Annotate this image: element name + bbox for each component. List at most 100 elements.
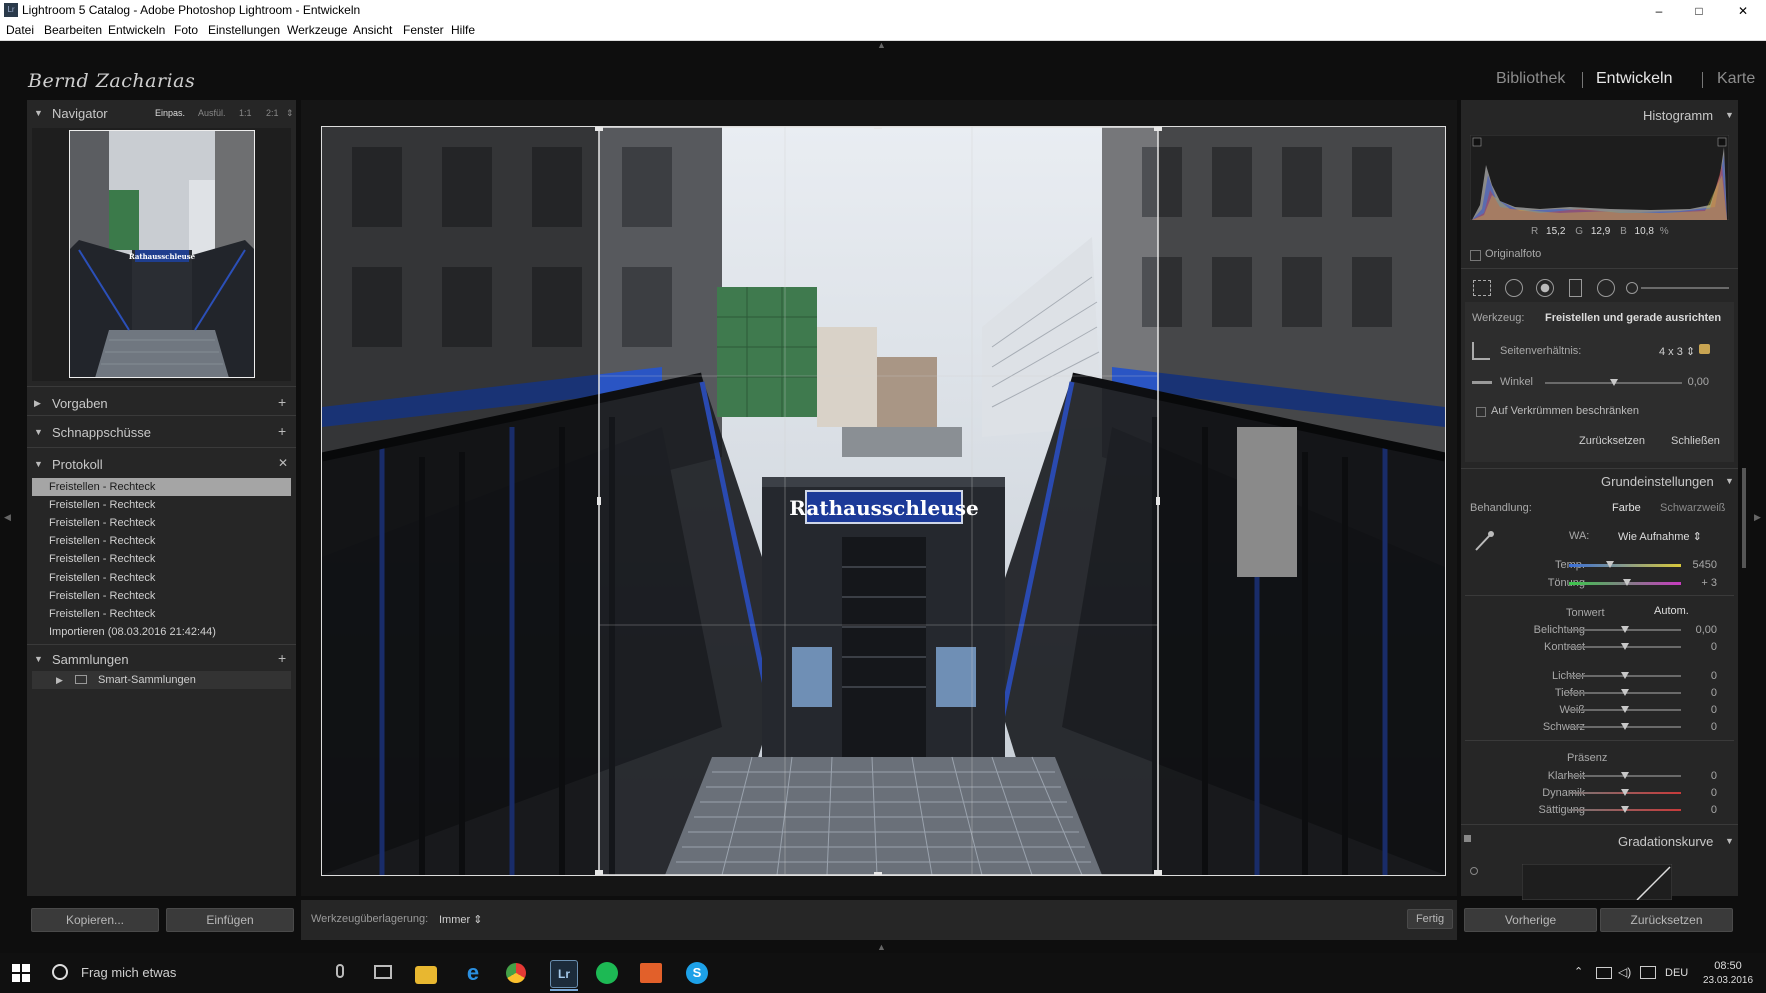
curve-target-icon[interactable]: [1470, 867, 1478, 875]
language-indicator[interactable]: DEU: [1665, 967, 1688, 979]
history-collapse-icon[interactable]: ▼: [34, 459, 43, 469]
crop-close-button[interactable]: Schließen: [1671, 435, 1720, 447]
angle-slider-knob[interactable]: [1610, 379, 1618, 386]
zoom-menu-icon[interactable]: ⇕: [286, 108, 294, 119]
adjustment-brush-icon[interactable]: [1626, 282, 1638, 294]
module-entwickeln[interactable]: Entwickeln: [1596, 70, 1672, 88]
menu-foto[interactable]: Foto: [174, 23, 198, 37]
vibrance-slider-knob[interactable]: [1621, 789, 1629, 796]
history-item[interactable]: Freistellen - Rechteck: [32, 532, 291, 550]
clock-date[interactable]: 23.03.2016: [1701, 975, 1755, 986]
reset-button[interactable]: Zurücksetzen: [1600, 908, 1733, 932]
edge-browser-icon[interactable]: e: [460, 960, 486, 986]
copy-button[interactable]: Kopieren...: [31, 908, 159, 932]
add-collection-icon[interactable]: +: [278, 650, 286, 666]
basic-panel-title[interactable]: Grundeinstellungen: [1601, 474, 1714, 489]
photo-with-crop-overlay[interactable]: Rathausschleuse: [321, 126, 1446, 876]
windows-start-icon[interactable]: [12, 964, 30, 982]
history-item[interactable]: Freistellen - Rechteck: [32, 569, 291, 587]
histogram-title[interactable]: Histogramm: [1643, 108, 1713, 123]
navigator-thumbnail[interactable]: Rathausschleuse: [69, 130, 255, 378]
collections-title[interactable]: Sammlungen: [52, 652, 129, 667]
tone-curve-toggle[interactable]: [1464, 835, 1471, 842]
graduated-filter-icon[interactable]: [1569, 279, 1582, 297]
taskbar-search[interactable]: Frag mich etwas: [81, 965, 176, 980]
collections-collapse-icon[interactable]: ▼: [34, 654, 43, 664]
temp-value[interactable]: 5450: [1677, 559, 1717, 571]
module-bibliothek[interactable]: Bibliothek: [1496, 70, 1565, 88]
right-panel-toggle-icon[interactable]: ▶: [1754, 512, 1761, 523]
original-photo-checkbox[interactable]: [1470, 250, 1481, 261]
zoom-1-1[interactable]: 1:1: [239, 108, 252, 118]
straighten-tool-icon[interactable]: [1472, 381, 1492, 384]
radial-filter-icon[interactable]: [1597, 279, 1615, 297]
crop-frame-icon[interactable]: [1472, 342, 1490, 360]
left-panel-toggle-icon[interactable]: ◀: [4, 512, 11, 523]
saturation-value[interactable]: 0: [1677, 804, 1717, 816]
constrain-checkbox[interactable]: [1476, 407, 1486, 417]
task-view-icon[interactable]: [374, 965, 392, 979]
history-item[interactable]: Freistellen - Rechteck: [32, 605, 291, 623]
maximize-button[interactable]: □: [1676, 0, 1722, 22]
close-window-button[interactable]: ✕: [1720, 0, 1766, 22]
lightroom-taskbar-icon[interactable]: Lr: [550, 960, 578, 988]
blacks-slider-knob[interactable]: [1621, 723, 1629, 730]
tone-curve-collapse-icon[interactable]: ▼: [1725, 836, 1734, 846]
clear-history-icon[interactable]: ✕: [278, 456, 288, 470]
snapshots-collapse-icon[interactable]: ▼: [34, 427, 43, 437]
menu-bearbeiten[interactable]: Bearbeiten: [44, 23, 102, 37]
menu-hilfe[interactable]: Hilfe: [451, 23, 475, 37]
menu-fenster[interactable]: Fenster: [403, 23, 444, 37]
history-item[interactable]: Freistellen - Rechteck: [32, 587, 291, 605]
temp-slider-knob[interactable]: [1606, 561, 1614, 568]
basic-collapse-icon[interactable]: ▼: [1725, 476, 1734, 486]
snapshots-title[interactable]: Schnappschüsse: [52, 425, 151, 440]
contrast-value[interactable]: 0: [1677, 641, 1717, 653]
crop-tool-icon[interactable]: [1473, 280, 1491, 296]
collection-expand-icon[interactable]: ▶: [56, 675, 63, 686]
temp-slider[interactable]: [1569, 564, 1681, 567]
notification-icon[interactable]: [1640, 966, 1656, 979]
overlay-select[interactable]: Immer ⇕: [439, 913, 482, 926]
menu-werkzeuge[interactable]: Werkzeuge: [287, 23, 347, 37]
white-balance-picker-icon[interactable]: [1473, 530, 1495, 552]
vibrance-value[interactable]: 0: [1677, 787, 1717, 799]
saturation-slider-knob[interactable]: [1621, 806, 1629, 813]
wb-select[interactable]: Wie Aufnahme ⇕: [1618, 530, 1702, 543]
volume-icon[interactable]: ◁): [1618, 965, 1631, 979]
top-panel-toggle-icon[interactable]: ▲: [877, 40, 886, 50]
right-panel-scrollbar[interactable]: [1742, 468, 1746, 568]
add-preset-icon[interactable]: +: [278, 394, 286, 410]
tone-curve-title[interactable]: Gradationskurve: [1618, 834, 1713, 849]
tint-value[interactable]: + 3: [1677, 577, 1717, 589]
treatment-bw-option[interactable]: Schwarzweiß: [1660, 502, 1725, 514]
module-karte[interactable]: Karte: [1717, 70, 1755, 88]
spotify-icon[interactable]: [596, 962, 618, 984]
presentation-app-icon[interactable]: [640, 963, 662, 983]
clarity-value[interactable]: 0: [1677, 770, 1717, 782]
auto-tone-button[interactable]: Autom.: [1654, 605, 1689, 617]
skype-icon[interactable]: S: [686, 962, 708, 984]
vorgaben-expand-icon[interactable]: ▶: [34, 398, 41, 409]
zoom-2-1[interactable]: 2:1: [266, 108, 279, 118]
network-icon[interactable]: [1596, 967, 1612, 979]
tray-chevron-icon[interactable]: ⌃: [1574, 965, 1583, 978]
filmstrip-toggle-icon[interactable]: ▲: [877, 942, 886, 952]
exposure-slider-knob[interactable]: [1621, 626, 1629, 633]
highlights-slider-knob[interactable]: [1621, 672, 1629, 679]
microphone-icon[interactable]: [336, 964, 344, 978]
whites-value[interactable]: 0: [1677, 704, 1717, 716]
contrast-slider-knob[interactable]: [1621, 643, 1629, 650]
file-explorer-icon[interactable]: [415, 966, 437, 984]
history-item[interactable]: Freistellen - Rechteck: [32, 514, 291, 532]
lock-icon[interactable]: [1699, 344, 1710, 354]
histogram-collapse-icon[interactable]: ▼: [1725, 110, 1734, 120]
history-item[interactable]: Freistellen - Rechteck: [32, 496, 291, 514]
paste-button[interactable]: Einfügen: [166, 908, 294, 932]
add-snapshot-icon[interactable]: +: [278, 423, 286, 439]
previous-button[interactable]: Vorherige: [1464, 908, 1597, 932]
collection-row[interactable]: ▶ Smart-Sammlungen: [32, 671, 291, 689]
history-item[interactable]: Freistellen - Rechteck: [32, 478, 291, 496]
spot-removal-icon[interactable]: [1505, 279, 1523, 297]
done-button[interactable]: Fertig: [1407, 909, 1453, 929]
